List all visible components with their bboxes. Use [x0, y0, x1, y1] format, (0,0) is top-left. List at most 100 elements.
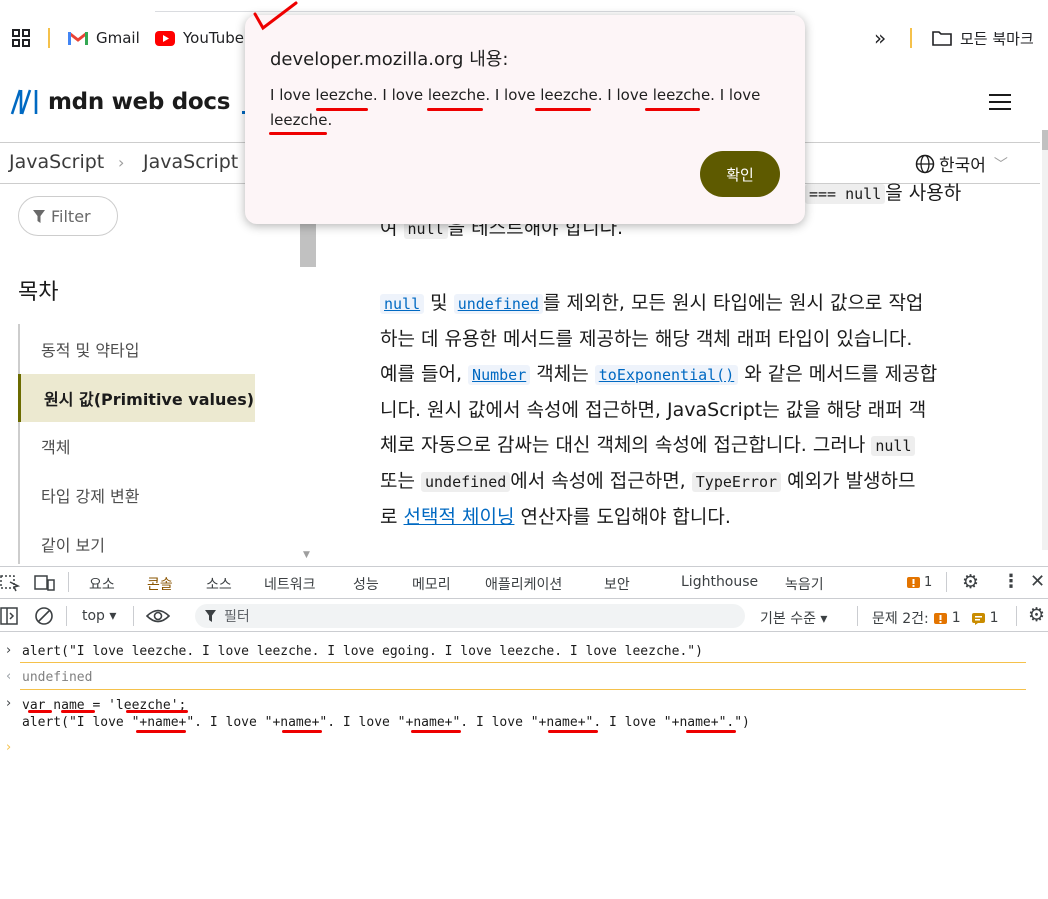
toc-item-dynamic-typing[interactable]: 동적 및 약타입 [18, 325, 255, 373]
inspect-element-icon[interactable] [0, 574, 20, 592]
dialog-ok-button[interactable]: 확인 [700, 151, 780, 197]
undefined-link[interactable]: undefined [453, 294, 543, 314]
filter-icon [33, 209, 45, 223]
console-settings-gear-icon[interactable]: ⚙ [1028, 604, 1045, 626]
annotation-underline [61, 710, 95, 713]
annotation-underline [28, 710, 52, 713]
annotation-underline [686, 730, 736, 733]
live-expression-eye-icon[interactable] [146, 607, 170, 625]
bookmark-youtube[interactable]: YouTube [155, 27, 244, 49]
tab-security[interactable]: 보안 [604, 574, 630, 594]
settings-gear-icon[interactable]: ⚙ [962, 571, 979, 593]
info-issue-icon [971, 612, 985, 625]
console-input-line: alert("I love "+name+". I love "+name+".… [22, 715, 750, 730]
mdn-logo-icon [10, 89, 38, 115]
toc-title: 목차 [18, 280, 59, 305]
dialog-title: developer.mozilla.org 내용: [270, 49, 509, 70]
inline-code: null [871, 436, 916, 456]
warning-issue-icon [933, 612, 947, 624]
toolbar-divider [133, 606, 134, 626]
toolbar-divider [68, 572, 69, 592]
log-level-selector[interactable]: 기본 수준 ▾ [760, 608, 827, 628]
article-line-fragment: === null 을 사용하 [805, 176, 1005, 212]
sidebar-filter-input[interactable]: Filter [18, 196, 118, 236]
alert-dialog: developer.mozilla.org 내용: I love leezche… [245, 15, 805, 224]
chevron-down-icon: ﹀ [993, 156, 1008, 173]
console-prompt-icon[interactable]: › [6, 740, 11, 755]
bookmark-gmail[interactable]: Gmail [68, 27, 140, 49]
bookmark-separator [910, 28, 912, 48]
annotation-underline [411, 730, 461, 733]
annotation-underline [316, 108, 368, 111]
tab-performance[interactable]: 성능 [353, 574, 379, 594]
tab-recorder[interactable]: 녹음기 [785, 574, 824, 594]
toc-item-primitive-values[interactable]: 원시 값(Primitive values) [18, 374, 255, 422]
checkmark-annotation-icon [253, 1, 298, 31]
device-toolbar-icon[interactable] [34, 574, 56, 592]
scroll-down-arrow-icon[interactable]: ▼ [303, 550, 310, 560]
filter-placeholder: 필터 [224, 609, 250, 625]
tab-sources[interactable]: 소스 [206, 574, 232, 594]
toolbar-divider [1016, 606, 1017, 626]
breadcrumb-item[interactable]: JavaScript [9, 151, 104, 173]
toexponential-link[interactable]: toExponential() [594, 365, 739, 385]
gmail-icon [68, 31, 88, 45]
console-result: undefined [22, 670, 93, 685]
annotation-underline [535, 108, 591, 111]
tab-memory[interactable]: 메모리 [412, 574, 451, 594]
bookmark-label: Gmail [96, 29, 140, 47]
result-arrow-icon: ‹ [6, 669, 12, 684]
issues-counter[interactable]: 1 [907, 575, 932, 590]
annotation-underline [136, 730, 186, 733]
toc-item-type-coercion[interactable]: 타입 강제 변환 [18, 471, 255, 519]
mdn-logo[interactable]: mdn web docs [8, 88, 265, 116]
more-options-icon[interactable]: ⋮ [1002, 571, 1020, 592]
console-row-divider [20, 662, 1026, 663]
number-link[interactable]: Number [468, 365, 531, 385]
globe-icon [915, 154, 935, 173]
annotation-underline [269, 132, 327, 135]
issues-summary[interactable]: 문제 2건: 1 1 [872, 608, 999, 628]
inline-code: undefined [421, 472, 511, 492]
toolbar-divider [857, 606, 858, 626]
bookmark-label: YouTube [183, 29, 244, 47]
annotation-underline [427, 108, 483, 111]
tab-application[interactable]: 애플리케이션 [485, 574, 562, 594]
toc-item-objects[interactable]: 객체 [18, 422, 255, 470]
toc-item-see-also[interactable]: 같이 보기 [18, 520, 255, 568]
toolbar-divider [66, 606, 67, 626]
chevron-right-icon: › [118, 153, 125, 172]
folder-icon [932, 31, 952, 46]
close-devtools-icon[interactable]: ✕ [1030, 571, 1045, 592]
logo-text: mdn web docs [48, 89, 231, 115]
tab-elements[interactable]: 요소 [89, 574, 115, 594]
apps-grid-icon[interactable] [12, 29, 30, 47]
sidebar-toggle-icon[interactable] [0, 607, 18, 625]
tab-network[interactable]: 네트워크 [264, 574, 316, 594]
toolbar-divider [946, 572, 947, 592]
annotation-underline [282, 730, 322, 733]
bookmark-separator [48, 28, 50, 48]
bookmarks-overflow-button[interactable]: » [874, 26, 886, 50]
context-selector[interactable]: top ▾ [82, 608, 116, 624]
inline-code: === null [805, 184, 886, 204]
language-switcher[interactable]: 한국어 ﹀ [915, 151, 1008, 176]
tab-console[interactable]: 콘솔 [147, 574, 173, 601]
console-row-divider [20, 689, 1026, 690]
clear-console-icon[interactable] [34, 606, 54, 626]
input-prompt-icon: › [6, 696, 12, 711]
language-label: 한국어 [939, 156, 986, 176]
input-prompt-icon: › [6, 643, 12, 658]
console-filter-input[interactable]: 필터 [195, 604, 745, 628]
menu-icon[interactable] [989, 94, 1011, 112]
null-link[interactable]: null [380, 294, 425, 314]
optional-chaining-link[interactable]: 선택적 체이닝 [404, 506, 515, 528]
page-scrollbar[interactable] [1042, 130, 1048, 550]
youtube-icon [155, 30, 175, 46]
console-input-line: alert("I love leezche. I love leezche. I… [22, 644, 703, 659]
filter-placeholder: Filter [51, 206, 91, 226]
breadcrumb-item[interactable]: JavaScript [143, 151, 238, 173]
tab-lighthouse[interactable]: Lighthouse [681, 574, 758, 590]
all-bookmarks-button[interactable]: 모든 북마크 [932, 27, 1034, 49]
annotation-underline [645, 108, 700, 111]
